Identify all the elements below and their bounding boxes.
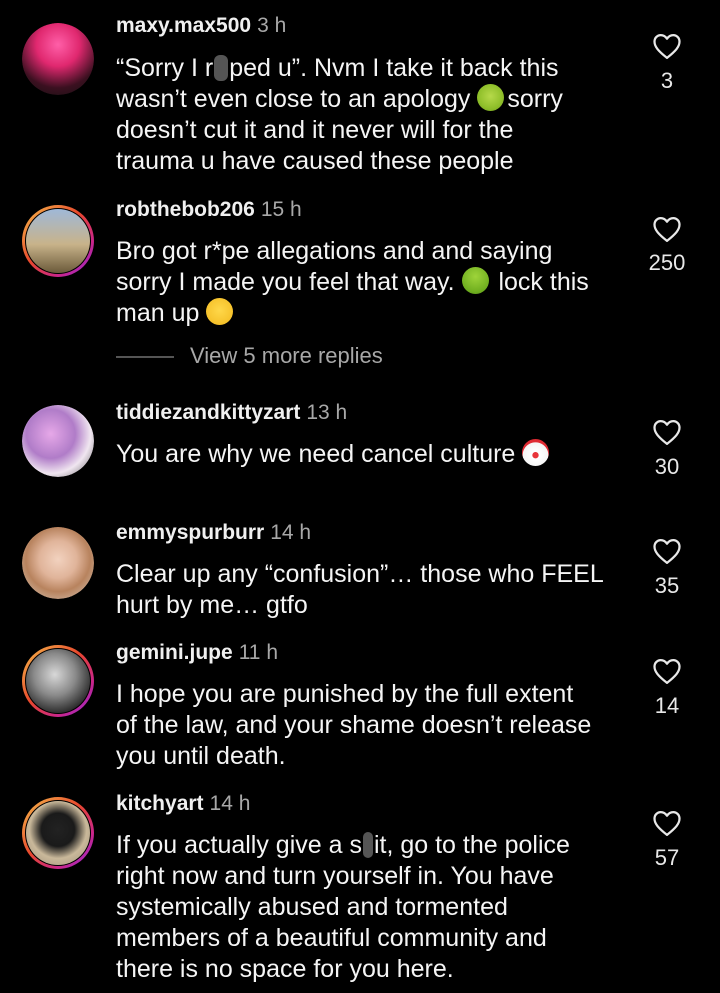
username[interactable]: robthebob206 — [116, 198, 255, 221]
divider — [116, 356, 174, 359]
like-button[interactable]: 250 — [649, 215, 685, 275]
heart-outline-icon[interactable] — [652, 215, 682, 243]
timestamp: 14 h — [209, 792, 251, 815]
avatar[interactable] — [22, 23, 94, 95]
heart-outline-icon[interactable] — [652, 809, 682, 837]
timestamp: 3 h — [257, 14, 287, 37]
heart-outline-icon[interactable] — [652, 537, 682, 565]
comment-text: You are why we need cancel culture — [116, 439, 636, 470]
avatar[interactable] — [22, 645, 94, 717]
timestamp: 14 h — [270, 521, 312, 544]
comment-text: If you actually give a s it, go to the po… — [116, 831, 570, 983]
avatar[interactable] — [22, 205, 94, 277]
timestamp: 15 h — [260, 198, 302, 221]
view-more-replies-button[interactable]: View 5 more replies — [116, 343, 383, 369]
view-more-replies-label: View 5 more replies — [190, 343, 383, 368]
heart-outline-icon[interactable] — [652, 418, 682, 446]
like-count: 35 — [654, 573, 680, 598]
avatar[interactable] — [22, 527, 94, 599]
avatar[interactable] — [22, 405, 94, 477]
comment-text: Clear up any “confusion”… those who FEEL… — [116, 560, 604, 619]
username[interactable]: maxy.max500 — [116, 14, 251, 37]
timestamp: 11 h — [238, 641, 279, 664]
vomiting-face-emoji — [461, 267, 489, 294]
saluting-face-emoji — [206, 298, 234, 325]
like-count: 30 — [654, 454, 680, 479]
like-count: 57 — [654, 845, 680, 870]
comment-text: Bro got r*pe allegations and and saying … — [116, 237, 589, 327]
clown-face-emoji — [522, 439, 550, 466]
heart-outline-icon[interactable] — [652, 32, 682, 60]
censor-mark — [214, 55, 229, 81]
censor-mark — [362, 832, 373, 858]
username[interactable]: emmyspurburr — [116, 521, 264, 544]
like-count: 250 — [648, 250, 686, 275]
like-count: 14 — [654, 693, 680, 718]
nauseated-face-emoji — [477, 84, 505, 111]
username[interactable]: tiddiezandkittyzart — [116, 401, 300, 424]
like-count: 3 — [660, 68, 674, 93]
username[interactable]: kitchyart — [116, 792, 204, 815]
like-button[interactable]: 30 — [652, 418, 682, 479]
like-button[interactable]: 14 — [652, 657, 682, 718]
like-button[interactable]: 35 — [652, 537, 682, 598]
timestamp: 13 h — [306, 401, 348, 424]
comment-text: “Sorry I r ped u”. Nvm I take it back thi… — [116, 54, 563, 175]
comment-text: I hope you are punished by the full exte… — [116, 680, 592, 770]
username[interactable]: gemini.jupe — [116, 641, 233, 664]
heart-outline-icon[interactable] — [652, 657, 682, 685]
like-button[interactable]: 3 — [652, 32, 682, 93]
avatar[interactable] — [22, 797, 94, 869]
like-button[interactable]: 57 — [652, 809, 682, 870]
